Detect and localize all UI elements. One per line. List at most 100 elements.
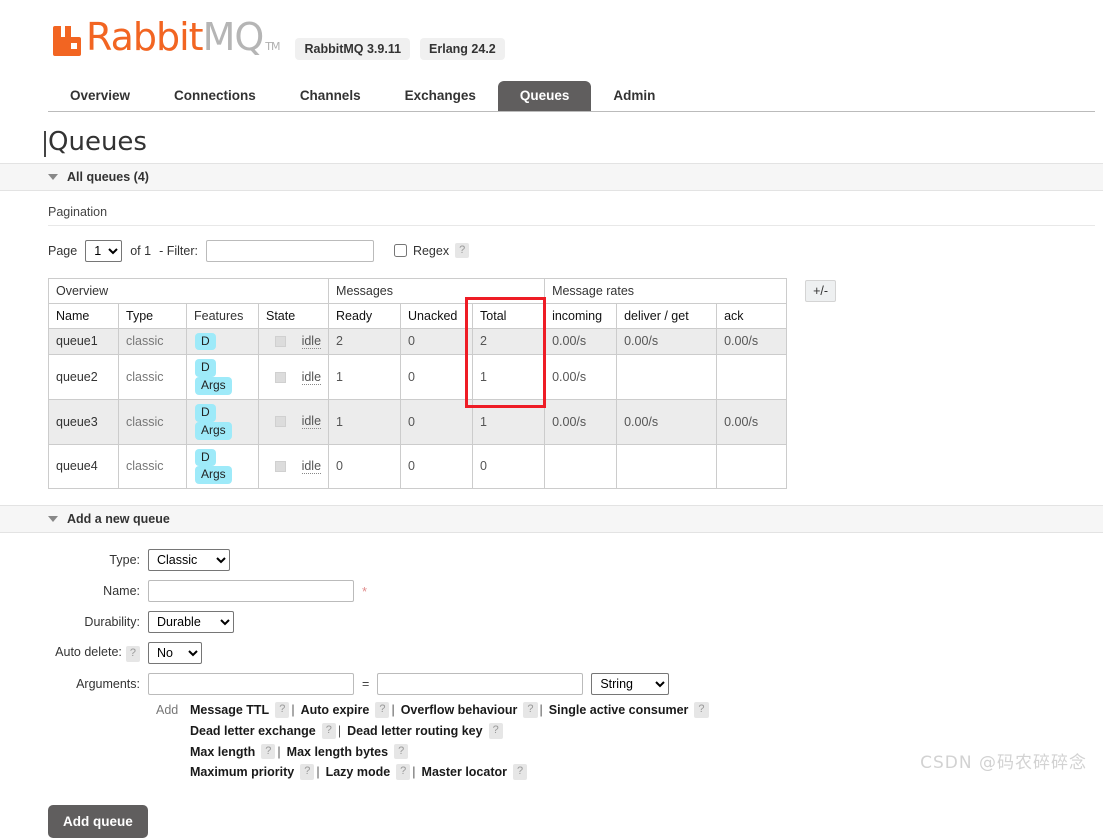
tab-connections[interactable]: Connections <box>152 81 278 112</box>
add-queue-section-toggle[interactable]: Add a new queue <box>0 505 1103 534</box>
table-row[interactable]: queue4 classic DArgs idle 0 0 0 <box>48 443 788 490</box>
table-group-header-row: Overview Messages Message rates <box>47 277 788 304</box>
messages-unacked: 0 <box>400 354 474 400</box>
queue-state: idle <box>257 354 330 400</box>
pagination-heading: Pagination <box>48 205 1095 226</box>
queue-name[interactable]: queue3 <box>48 398 119 445</box>
preset-maximum-priority[interactable]: Maximum priority <box>190 765 294 779</box>
master-locator-help-icon[interactable]: ? <box>513 764 528 781</box>
column-header-type[interactable]: Type <box>118 302 187 329</box>
column-header-name[interactable]: Name <box>48 302 119 329</box>
max-length-bytes-help-icon[interactable]: ? <box>394 743 409 760</box>
durability-label: Durability: <box>84 615 140 630</box>
argument-type-select[interactable]: String <box>591 673 670 696</box>
tab-queues[interactable]: Queues <box>497 80 592 111</box>
tab-exchanges[interactable]: Exchanges <box>383 81 498 112</box>
regex-help-icon[interactable]: ? <box>455 242 470 259</box>
preset-auto-expire[interactable]: Auto expire <box>301 703 370 717</box>
queue-state-label: idle <box>301 369 322 385</box>
queue-name-input[interactable] <box>148 580 354 603</box>
preset-separator: | <box>291 703 295 718</box>
rate-incoming: 0.00/s <box>544 354 618 400</box>
preset-max-length[interactable]: Max length <box>190 745 255 759</box>
dead-letter-exchange-help-icon[interactable]: ? <box>321 722 336 739</box>
preset-separator: | <box>539 703 543 718</box>
preset-message-ttl[interactable]: Message TTL <box>190 703 269 717</box>
rate-incoming <box>544 443 618 490</box>
maximum-priority-help-icon[interactable]: ? <box>300 764 315 781</box>
add-queue-button[interactable]: Add queue <box>48 805 148 838</box>
queue-type: classic <box>118 398 187 445</box>
preset-dead-letter-routing-key[interactable]: Dead letter routing key <box>347 724 482 738</box>
preset-lazy-mode[interactable]: Lazy mode <box>326 765 391 779</box>
logo-trademark: TM <box>265 40 280 53</box>
argument-key-input[interactable] <box>148 673 354 696</box>
rabbitmq-logo[interactable]: RabbitMQ TM <box>52 15 281 59</box>
queues-table: Overview Messages Message rates Name Typ… <box>47 277 788 490</box>
group-header-overview: Overview <box>47 277 330 304</box>
rate-deliver-get: 0.00/s <box>616 327 718 356</box>
table-row[interactable]: queue2 classic DArgs idle 1 0 1 0.00/s <box>48 354 788 400</box>
messages-total: 1 <box>472 398 546 445</box>
preset-separator: | <box>337 723 342 738</box>
column-header-ack[interactable]: ack <box>716 302 788 329</box>
column-header-deliver-get[interactable]: deliver / get <box>616 302 718 329</box>
type-label: Type: <box>109 553 140 568</box>
filter-input[interactable] <box>205 239 374 262</box>
table-row[interactable]: queue3 classic DArgs idle 1 0 1 0.00/s 0… <box>48 398 788 445</box>
rate-deliver-get <box>616 354 718 400</box>
message-ttl-help-icon[interactable]: ? <box>275 702 290 718</box>
overflow-behaviour-help-icon[interactable]: ? <box>523 702 538 718</box>
auto-delete-select[interactable]: No <box>148 642 202 665</box>
feature-badge-durable: D <box>195 448 216 467</box>
preset-row-1: Add Message TTL ? | Auto expire ? | Over… <box>156 702 1103 718</box>
page-select[interactable]: 1 <box>85 239 123 262</box>
state-indicator-icon <box>274 371 286 383</box>
single-active-consumer-help-icon[interactable]: ? <box>694 702 709 718</box>
all-queues-section-toggle[interactable]: All queues (4) <box>0 162 1103 191</box>
page-label: Page <box>48 243 78 258</box>
max-length-help-icon[interactable]: ? <box>261 743 276 760</box>
preset-separator: | <box>412 765 416 780</box>
toggle-columns-button[interactable]: +/- <box>805 279 836 302</box>
queue-type: classic <box>118 354 187 400</box>
preset-overflow-behaviour[interactable]: Overflow behaviour <box>401 703 518 717</box>
logo-text-rabbit: Rabbit <box>86 15 204 59</box>
column-header-total[interactable]: Total <box>472 302 546 329</box>
column-header-ready[interactable]: Ready <box>328 302 402 329</box>
tab-admin[interactable]: Admin <box>591 81 677 112</box>
table-row[interactable]: queue1 classic D idle 2 0 2 0.00/s 0.00/… <box>48 327 788 356</box>
tab-channels[interactable]: Channels <box>278 81 383 112</box>
column-header-incoming[interactable]: incoming <box>544 302 618 329</box>
queue-type-select[interactable]: Classic <box>148 549 230 572</box>
messages-unacked: 0 <box>400 327 474 356</box>
column-header-unacked[interactable]: Unacked <box>400 302 474 329</box>
group-header-messages: Messages <box>328 277 546 304</box>
add-argument-label: Add <box>156 703 179 718</box>
regex-checkbox[interactable] <box>393 244 407 258</box>
durability-select[interactable]: Durable <box>148 611 234 634</box>
queue-name[interactable]: queue1 <box>48 327 119 356</box>
tab-overview[interactable]: Overview <box>48 81 152 112</box>
auto-delete-help-icon[interactable]: ? <box>125 645 140 662</box>
rate-ack: 0.00/s <box>716 327 788 356</box>
preset-dead-letter-exchange[interactable]: Dead letter exchange <box>190 724 316 738</box>
feature-badge-args: Args <box>195 466 232 485</box>
rate-ack <box>716 354 788 400</box>
queue-state-label: idle <box>301 458 322 474</box>
preset-separator: | <box>316 765 320 780</box>
preset-single-active-consumer[interactable]: Single active consumer <box>549 703 689 717</box>
arguments-label: Arguments: <box>76 677 140 692</box>
rate-ack: 0.00/s <box>716 398 788 445</box>
dead-letter-routing-key-help-icon[interactable]: ? <box>488 722 503 739</box>
auto-expire-help-icon[interactable]: ? <box>375 702 390 718</box>
argument-value-input[interactable] <box>377 673 584 696</box>
queue-name[interactable]: queue4 <box>48 443 119 490</box>
preset-max-length-bytes[interactable]: Max length bytes <box>287 745 388 759</box>
lazy-mode-help-icon[interactable]: ? <box>396 764 411 781</box>
table-column-header-row: Name Type Features State Ready Unacked T… <box>48 302 788 329</box>
all-queues-label: All queues (4) <box>67 169 149 184</box>
queue-name[interactable]: queue2 <box>48 354 119 400</box>
pagination-controls: Page 1 of 1 - Filter: Regex ? <box>48 239 1103 262</box>
preset-master-locator[interactable]: Master locator <box>422 765 507 779</box>
